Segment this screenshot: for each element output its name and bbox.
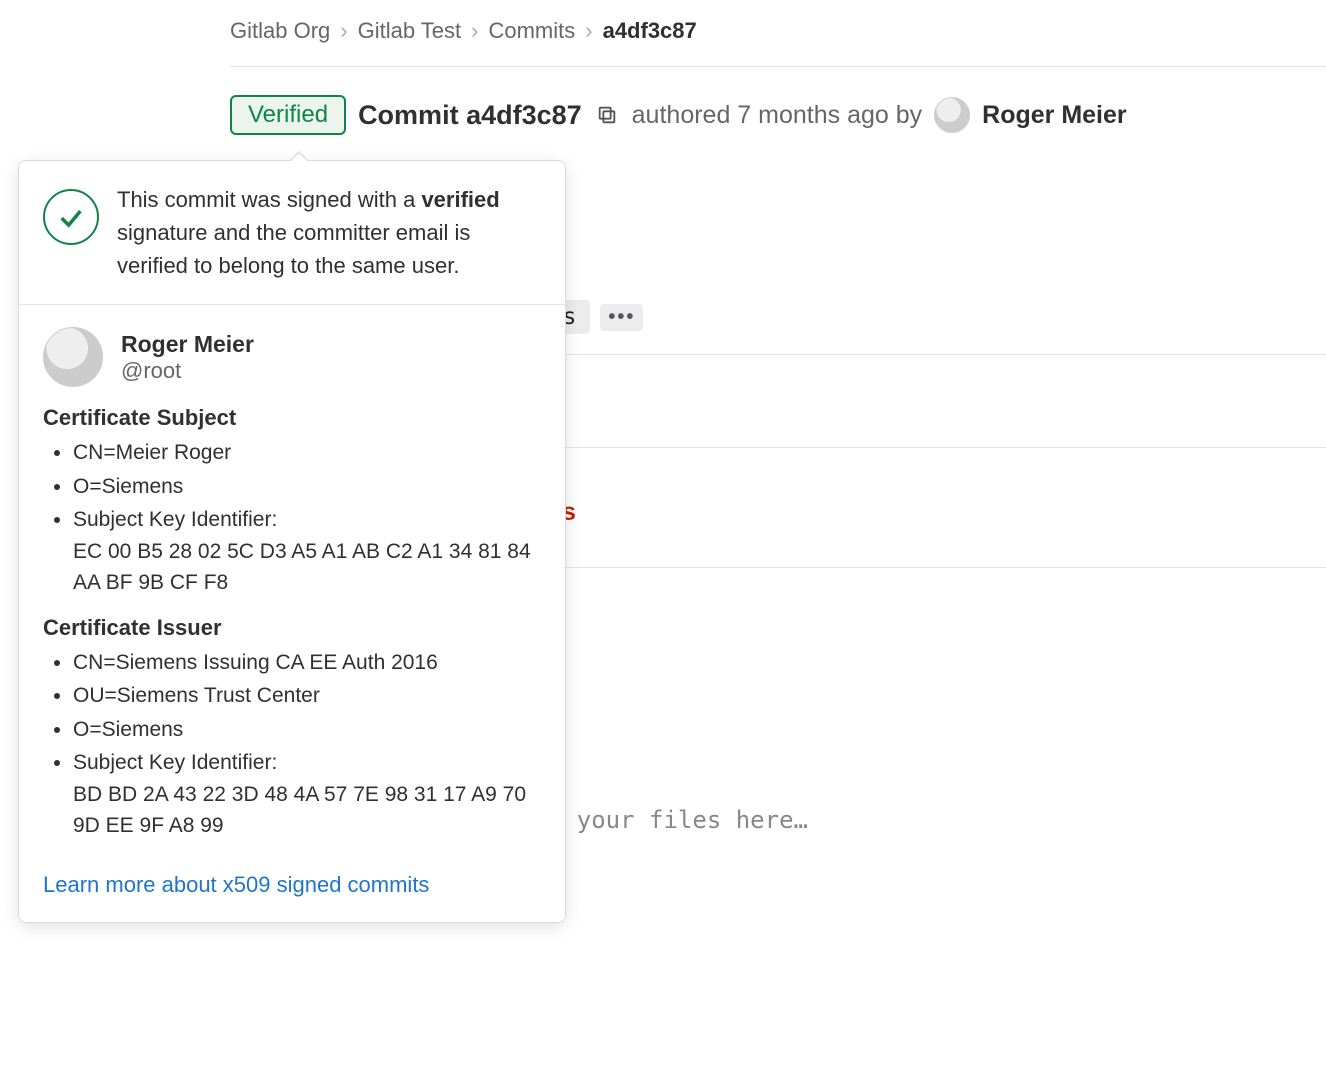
- cert-subject-o: O=Siemens: [73, 471, 541, 503]
- signature-popover: This commit was signed with a verified s…: [18, 160, 566, 923]
- commit-sha: a4df3c87: [466, 100, 582, 130]
- commit-header: Verified Commit a4df3c87 authored 7 mont…: [230, 67, 1326, 135]
- author-avatar[interactable]: [934, 97, 970, 133]
- cert-issuer-ski: Subject Key Identifier: BD BD 2A 43 22 3…: [73, 747, 541, 842]
- copy-sha-button[interactable]: [594, 102, 620, 128]
- copy-icon: [596, 104, 618, 126]
- breadcrumb-current: a4df3c87: [603, 18, 697, 44]
- verified-badge[interactable]: Verified: [230, 95, 346, 135]
- commit-title: Commit a4df3c87: [358, 100, 582, 131]
- certificate-issuer-list: CN=Siemens Issuing CA EE Auth 2016 OU=Si…: [43, 647, 541, 842]
- cert-subject-cn: CN=Meier Roger: [73, 437, 541, 469]
- breadcrumb-org[interactable]: Gitlab Org: [230, 18, 330, 44]
- signer-handle[interactable]: @root: [121, 358, 254, 384]
- cert-issuer-o: O=Siemens: [73, 714, 541, 746]
- signer-row: Roger Meier @root: [43, 327, 541, 387]
- popover-description: This commit was signed with a verified s…: [117, 183, 541, 282]
- learn-more-link[interactable]: Learn more about x509 signed commits: [43, 872, 429, 898]
- chevron-right-icon: ›: [471, 18, 478, 44]
- ski-label: Subject Key Identifier:: [73, 751, 277, 774]
- author-name[interactable]: Roger Meier: [982, 101, 1126, 130]
- popover-header: This commit was signed with a verified s…: [19, 161, 565, 305]
- popover-desc-prefix: This commit was signed with a: [117, 187, 421, 212]
- cert-issuer-ski-value: BD BD 2A 43 22 3D 48 4A 57 7E 98 31 17 A…: [73, 779, 541, 842]
- breadcrumb-project[interactable]: Gitlab Test: [358, 18, 462, 44]
- commit-title-prefix: Commit: [358, 100, 466, 130]
- certificate-subject-title: Certificate Subject: [43, 405, 541, 431]
- signer-name: Roger Meier: [121, 331, 254, 358]
- authored-text: authored 7 months ago by: [632, 101, 922, 130]
- popover-desc-bold: verified: [421, 187, 499, 212]
- breadcrumb-section[interactable]: Commits: [488, 18, 575, 44]
- more-branches-button[interactable]: •••: [600, 304, 643, 331]
- popover-body: Roger Meier @root Certificate Subject CN…: [19, 305, 565, 922]
- chevron-right-icon: ›: [340, 18, 347, 44]
- certificate-subject-list: CN=Meier Roger O=Siemens Subject Key Ide…: [43, 437, 541, 599]
- signer-avatar[interactable]: [43, 327, 103, 387]
- ski-label: Subject Key Identifier:: [73, 508, 277, 531]
- cert-issuer-cn: CN=Siemens Issuing CA EE Auth 2016: [73, 647, 541, 679]
- certificate-issuer-title: Certificate Issuer: [43, 615, 541, 641]
- breadcrumb: Gitlab Org › Gitlab Test › Commits › a4d…: [230, 0, 1326, 67]
- cert-issuer-ou: OU=Siemens Trust Center: [73, 680, 541, 712]
- cert-subject-ski: Subject Key Identifier: EC 00 B5 28 02 5…: [73, 504, 541, 599]
- verified-check-icon: [43, 189, 99, 245]
- cert-subject-ski-value: EC 00 B5 28 02 5C D3 A5 A1 AB C2 A1 34 8…: [73, 536, 541, 599]
- chevron-right-icon: ›: [585, 18, 592, 44]
- popover-desc-suffix: signature and the committer email is ver…: [117, 220, 470, 278]
